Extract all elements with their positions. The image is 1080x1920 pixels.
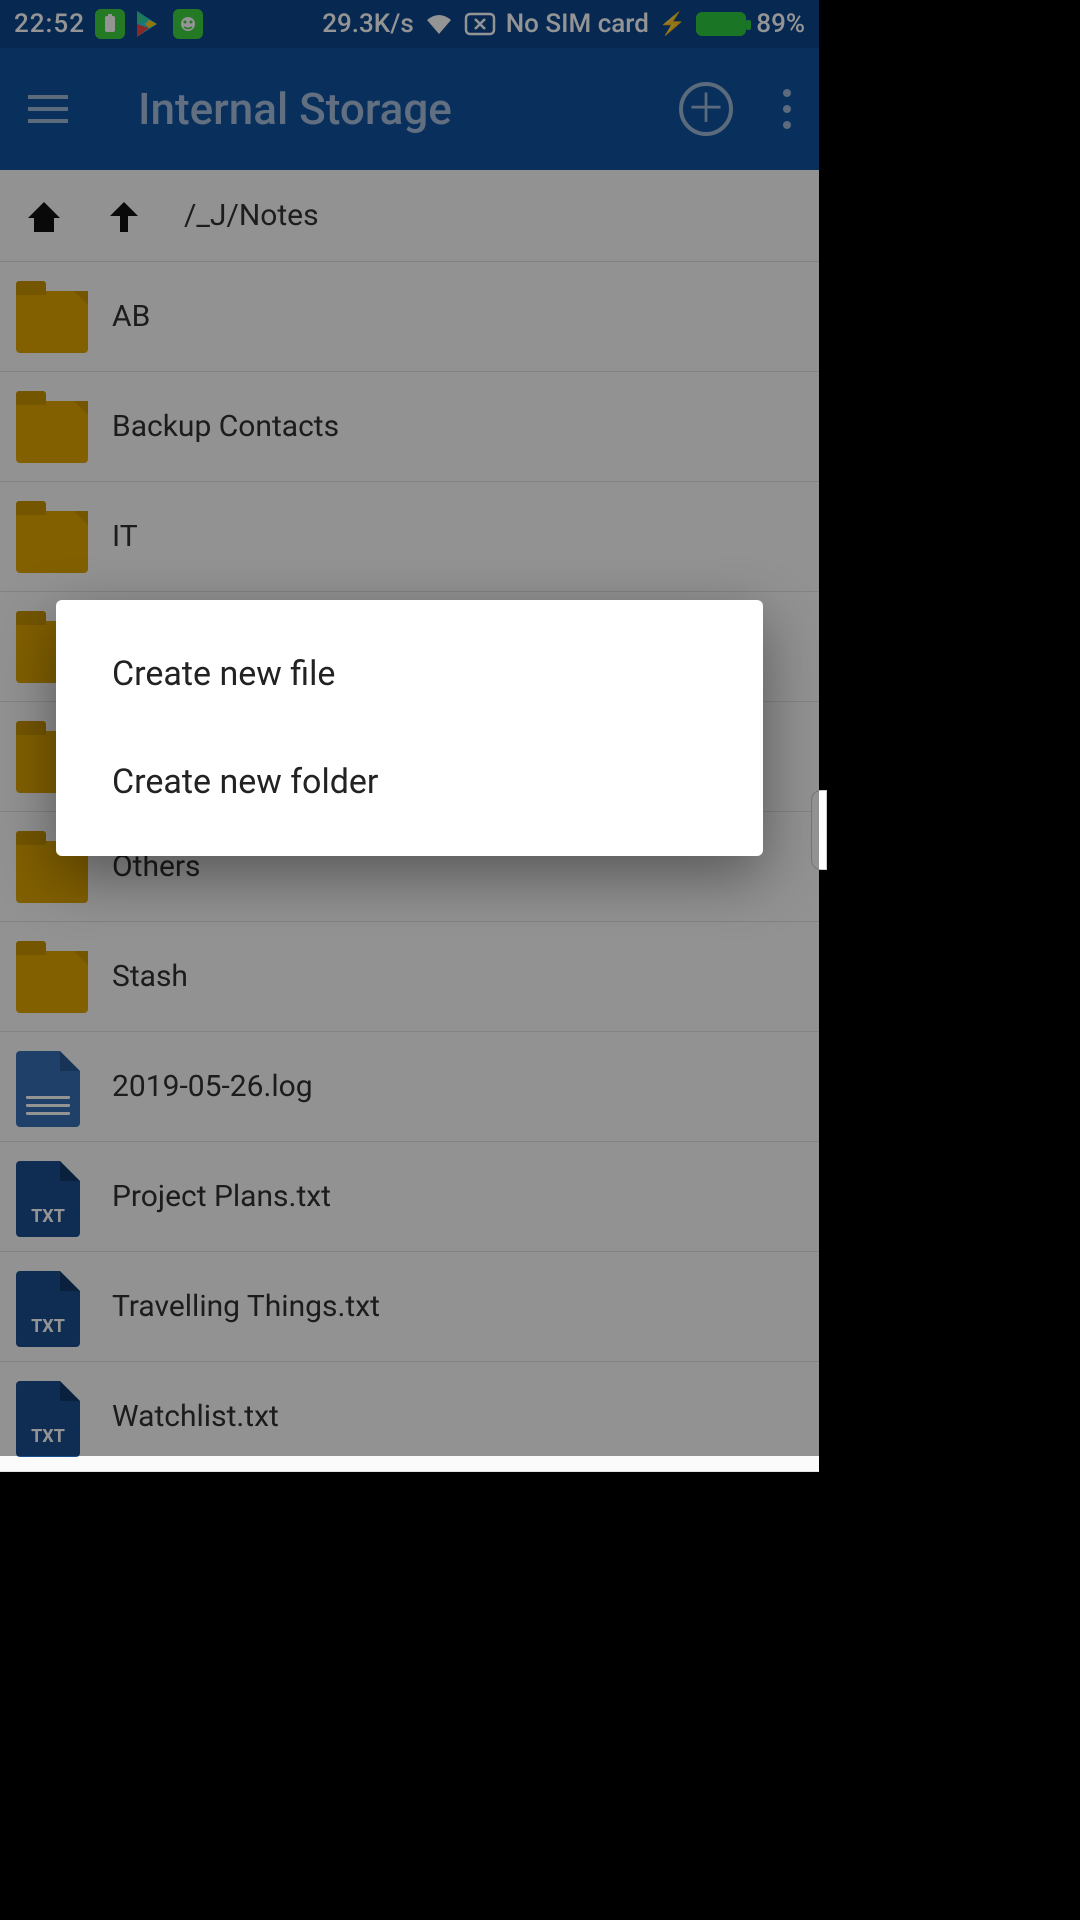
create-dialog: Create new file Create new folder [56,600,763,856]
create-file-option[interactable]: Create new file [56,620,763,728]
screen: 22:52 29.3K/s No SIM card ⚡ 89% [0,0,819,1456]
create-folder-option[interactable]: Create new folder [56,728,763,836]
